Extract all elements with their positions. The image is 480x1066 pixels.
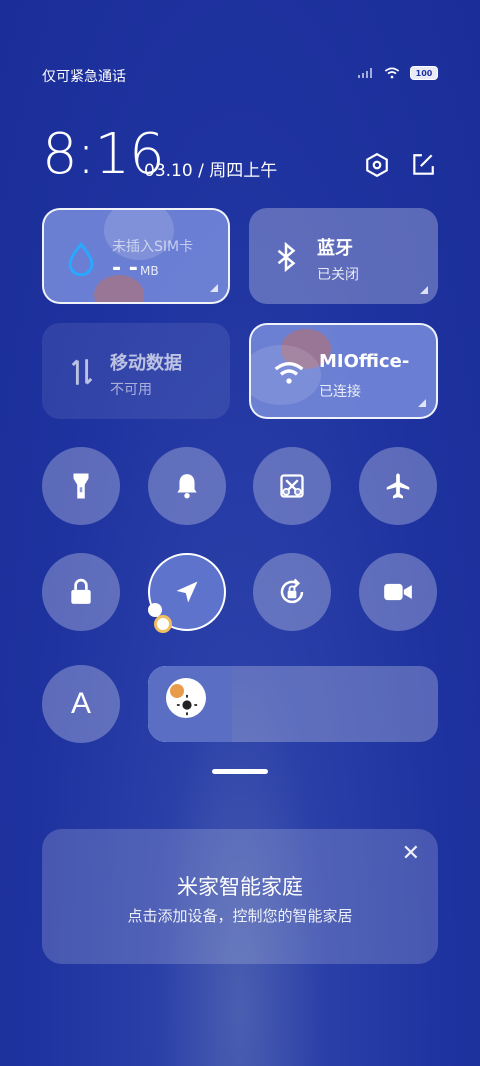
data-value: - - [112, 256, 138, 281]
brightness-icon [176, 694, 198, 716]
drag-handle[interactable] [212, 769, 268, 774]
expand-corner-icon [418, 399, 426, 407]
flashlight-icon [73, 473, 89, 499]
brightness-fill [148, 666, 233, 742]
data-usage-tile[interactable]: 未插入SIM卡 - - MB [42, 208, 230, 304]
rotation-lock-toggle[interactable] [253, 553, 331, 631]
wifi-status: 已连接 [319, 384, 361, 400]
airplane-icon [386, 473, 410, 499]
font-label: A [70, 687, 91, 720]
screenshot-icon [280, 474, 304, 498]
status-icons: 100 [358, 66, 438, 80]
screenshot-toggle[interactable] [253, 447, 331, 525]
lock-icon [71, 578, 91, 604]
rotation-lock-icon [280, 578, 304, 604]
bluetooth-tile[interactable]: 蓝牙 已关闭 [249, 208, 438, 304]
sim-status: 未插入SIM卡 [112, 239, 194, 255]
smart-home-subtitle: 点击添加设备，控制您的智能家居 [127, 907, 353, 925]
data-unit: MB [140, 264, 159, 278]
water-drop-icon [68, 242, 94, 276]
clock-date: 03.10 / 周四上午 [144, 161, 278, 181]
mobile-data-status: 不可用 [110, 382, 152, 398]
mobile-data-title: 移动数据 [110, 353, 182, 374]
location-icon [176, 581, 198, 603]
bluetooth-title: 蓝牙 [317, 238, 353, 259]
brightness-slider[interactable] [148, 666, 438, 742]
settings-icon[interactable] [364, 152, 390, 178]
bluetooth-icon [277, 242, 296, 272]
wifi-network-name: MIOffice- [319, 351, 410, 372]
flashlight-toggle[interactable] [42, 447, 120, 525]
mobile-data-icon [71, 359, 93, 385]
airplane-toggle[interactable] [359, 447, 437, 525]
battery-icon: 100 [410, 66, 438, 80]
smart-home-card[interactable]: ✕ 米家智能家庭 点击添加设备，控制您的智能家居 [42, 829, 438, 964]
bell-icon [177, 474, 197, 499]
ringer-toggle[interactable] [148, 447, 226, 525]
lock-screen-toggle[interactable] [42, 553, 120, 631]
bluetooth-status: 已关闭 [317, 267, 359, 283]
smart-home-title: 米家智能家庭 [177, 875, 303, 899]
expand-corner-icon [420, 286, 428, 294]
wifi-icon [274, 362, 304, 384]
screen-record-toggle[interactable] [359, 553, 437, 631]
location-toggle[interactable] [148, 553, 226, 633]
mobile-data-tile[interactable]: 移动数据 不可用 [42, 323, 230, 419]
wifi-status-icon [384, 67, 400, 79]
edit-icon[interactable] [410, 152, 436, 178]
close-icon[interactable]: ✕ [402, 841, 420, 866]
flower-decoration [154, 615, 172, 633]
font-size-button[interactable]: A [42, 665, 120, 743]
video-icon [384, 583, 412, 601]
expand-corner-icon [210, 284, 218, 292]
wifi-tile[interactable]: MIOffice- 已连接 [249, 323, 438, 419]
signal-icon [358, 68, 372, 78]
status-text: 仅可紧急通话 [42, 69, 126, 85]
